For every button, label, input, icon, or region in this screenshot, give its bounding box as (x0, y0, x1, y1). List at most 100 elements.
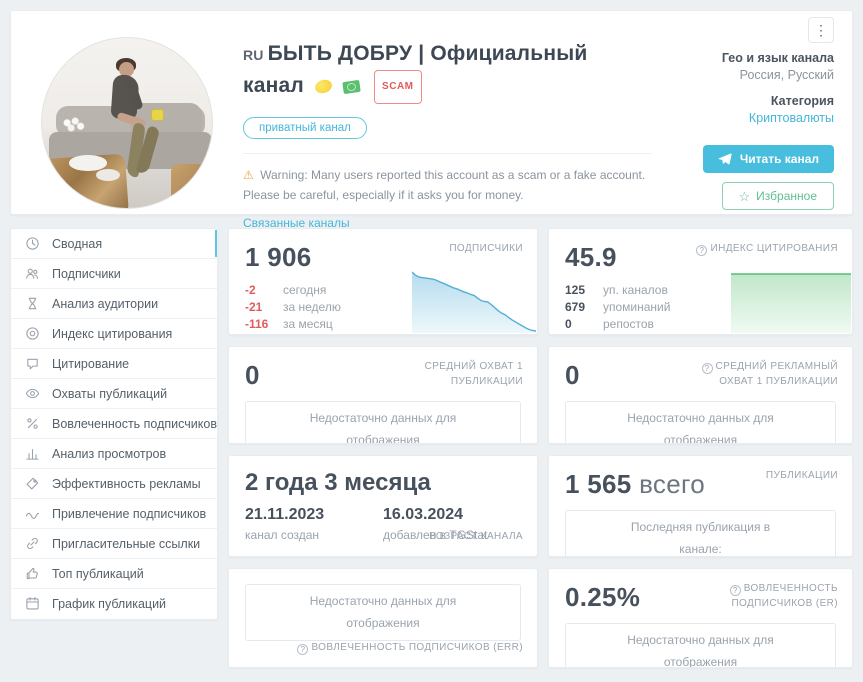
money-with-wings-emoji (342, 79, 361, 95)
category-link[interactable]: Криптовалюты (703, 111, 834, 125)
subscribers-icon (25, 266, 41, 282)
sidebar-item-label: Охваты публикаций (52, 386, 168, 401)
scam-warning: ⚠ Warning: Many users reported this acco… (243, 166, 663, 206)
avg-reach-card-label: СРЕДНИЙ ОХВАТ 1 ПУБЛИКАЦИИ (424, 361, 523, 387)
ads-icon (25, 476, 41, 492)
sidebar-item-label: Эффективность рекламы (52, 476, 201, 491)
channel-age-value: 2 года 3 месяца (245, 469, 431, 496)
avg-reach-card: 0 СРЕДНИЙ ОХВАТ 1 ПУБЛИКАЦИИ Недостаточн… (228, 346, 538, 444)
scam-badge: SCAM (374, 70, 422, 104)
audience-icon (25, 296, 41, 312)
channel-title-line1: БЫТЬ ДОБРУ | Официальный (267, 42, 588, 65)
no-data-placeholder: Недостаточно данных для отображения (565, 401, 836, 443)
engagement-er-card-label: ? ВОВЛЕЧЕННОСТЬ ПОДПИСЧИКОВ (ER) (729, 583, 838, 609)
citation-index-sparkline (731, 273, 851, 333)
channel-header: RU БЫТЬ ДОБРУ | Официальный канал SCAM пр… (10, 10, 853, 231)
telegram-plane-icon (718, 153, 732, 165)
lemon-emoji (313, 78, 334, 95)
citation-index-icon (25, 326, 41, 342)
sidebar-item-dashboard[interactable]: Сводная (11, 229, 217, 259)
read-channel-label: Читать канал (739, 152, 819, 166)
language-badge: RU (243, 47, 264, 63)
mentioning-channels-value: 125 (565, 283, 586, 297)
channel-avatar (41, 37, 213, 209)
publications-card: 1 565 всего ПУБЛИКАЦИИ Последняя публика… (548, 455, 853, 557)
created-label: канал создан (245, 528, 320, 542)
sidebar-item-label: Анализ аудитории (52, 296, 159, 311)
sidebar-item-label: График публикаций (52, 597, 167, 611)
no-data-placeholder: Недостаточно данных для отображения (245, 584, 521, 642)
sidebar-item-reach[interactable]: Охваты публикаций (11, 379, 217, 409)
delta-week-label: за неделю (283, 300, 341, 314)
sidebar-menu: Сводная Подписчики Анализ аудитории Индекс … (10, 228, 218, 620)
growth-icon (25, 506, 41, 522)
geo-language-label: Гео и язык канала (721, 51, 834, 65)
no-data-placeholder: Недостаточно данных для отображения (245, 401, 521, 443)
favorite-label: Избранное (756, 189, 817, 203)
invite-links-icon (25, 536, 41, 552)
created-date-block: 21.11.2023 канал создан (245, 506, 383, 542)
added-date: 16.03.2024 (383, 506, 464, 523)
reposts-label: репостов (603, 317, 654, 331)
subscribers-card-label: ПОДПИСЧИКИ (449, 243, 523, 254)
sidebar-item-invite-links[interactable]: Пригласительные ссылки (11, 529, 217, 559)
sidebar-item-label: Привлечение подписчиков (52, 506, 207, 521)
reposts-value: 0 (565, 317, 572, 331)
sidebar-item-citations[interactable]: Цитирование (11, 349, 217, 379)
info-icon[interactable]: ? (729, 585, 741, 596)
private-channel-badge: приватный канал (243, 117, 367, 139)
top-posts-icon (25, 566, 41, 582)
views-icon (25, 446, 41, 462)
sidebar-item-citation-index[interactable]: Индекс цитирования (11, 319, 217, 349)
citation-index-card-label: ? ИНДЕКС ЦИТИРОВАНИЯ (696, 242, 838, 257)
sidebar-item-label: Подписчики (52, 266, 121, 281)
sidebar-item-engagement[interactable]: Вовлеченность подписчиков (11, 409, 217, 439)
sidebar-item-top-posts[interactable]: Топ публикаций (11, 559, 217, 589)
avg-ad-reach-card-label: ? СРЕДНИЙ РЕКЛАМНЫЙ ОХВАТ 1 ПУБЛИКАЦИИ (688, 360, 838, 389)
sidebar-item-growth[interactable]: Привлечение подписчиков (11, 499, 217, 529)
engagement-err-card: Недостаточно данных для отображения ? ВОВ… (228, 568, 538, 668)
engagement-err-card-label: ? ВОВЛЕЧЕННОСТЬ ПОДПИСЧИКОВ (ERR) (297, 641, 523, 656)
sidebar-item-post-schedule[interactable]: График публикаций (11, 589, 217, 619)
subscribers-sparkline (412, 271, 536, 333)
sidebar-item-label: Индекс цитирования (52, 326, 173, 341)
sidebar-item-label: Цитирование (52, 356, 130, 371)
info-icon[interactable]: ? (701, 363, 713, 374)
channel-age-card-label: ВОЗРАСТ КАНАЛА (429, 530, 523, 542)
sidebar-item-views[interactable]: Анализ просмотров (11, 439, 217, 469)
category-label: Категория (770, 94, 834, 108)
citations-icon (25, 356, 41, 372)
star-icon: ☆ (738, 188, 751, 204)
sidebar-item-label: Сводная (52, 236, 103, 251)
delta-today: -2 (245, 283, 256, 297)
sidebar-item-ads[interactable]: Эффективность рекламы (11, 469, 217, 499)
delta-month-label: за месяц (283, 317, 333, 331)
sidebar-item-label: Вовлеченность подписчиков (52, 416, 217, 431)
info-icon[interactable]: ? (297, 643, 309, 655)
favorite-button[interactable]: ☆ Избранное (721, 182, 834, 210)
channel-title: RU БЫТЬ ДОБРУ | Официальный канал SCAM (243, 39, 673, 104)
sidebar-item-label: Пригласительные ссылки (52, 536, 201, 551)
citation-index-card: 45.9 ? ИНДЕКС ЦИТИРОВАНИЯ 125 уп. каналов … (548, 228, 853, 335)
info-icon[interactable]: ? (696, 245, 708, 256)
publications-suffix: всего (639, 469, 705, 499)
more-options-button[interactable]: ⋮ (808, 17, 834, 43)
channel-age-card: 2 года 3 месяца 21.11.2023 канал создан … (228, 455, 538, 557)
mentions-value: 679 (565, 300, 586, 314)
subscribers-card: 1 906 ПОДПИСЧИКИ -2 сегодня -21 за неделю … (228, 228, 538, 335)
channel-title-line2: канал (243, 74, 304, 97)
stats-grid: 1 906 ПОДПИСЧИКИ -2 сегодня -21 за неделю … (228, 228, 853, 668)
last-publication-box: Последняя публикация в канале:703 дня на… (565, 510, 836, 556)
header-divider (243, 153, 651, 154)
engagement-icon (25, 416, 41, 432)
reach-icon (25, 386, 41, 402)
read-channel-button[interactable]: Читать канал (702, 145, 834, 173)
mentioning-channels-label: уп. каналов (603, 283, 668, 297)
sidebar-item-subscribers[interactable]: Подписчики (11, 259, 217, 289)
mentions-label: упоминаний (603, 300, 671, 314)
publications-card-label: ПУБЛИКАЦИИ (765, 470, 838, 481)
delta-week: -21 (245, 300, 263, 314)
sidebar-item-label: Анализ просмотров (52, 446, 167, 461)
sidebar-item-audience[interactable]: Анализ аудитории (11, 289, 217, 319)
avg-ad-reach-card: 0 ? СРЕДНИЙ РЕКЛАМНЫЙ ОХВАТ 1 ПУБЛИКАЦИИ … (548, 346, 853, 444)
